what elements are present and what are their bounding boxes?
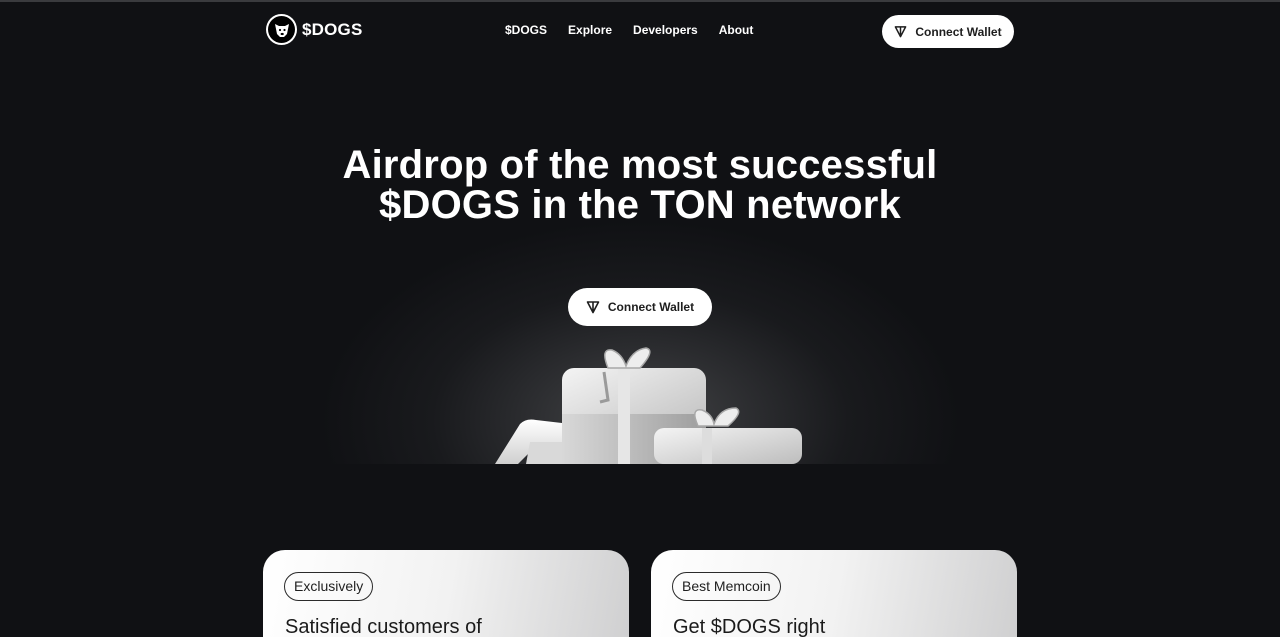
card-tag: Best Memcoin [672,572,781,601]
hero-title: Airdrop of the most successful $DOGS in … [342,143,938,227]
logo[interactable]: $DOGS [266,14,363,45]
feature-card-best-memcoin: Best Memcoin Get $DOGS right [651,550,1017,637]
main-nav: $DOGS Explore Developers About [505,23,753,37]
header-connect-wallet-button[interactable]: Connect Wallet [882,15,1014,48]
ton-logo-icon [895,26,907,38]
card-title: Get $DOGS right [673,616,826,637]
gift-boxes-illustration [495,347,802,464]
nav-item-developers[interactable]: Developers [633,23,698,37]
ton-logo-icon [586,301,600,314]
card-tag: Exclusively [284,572,374,601]
logo-text: $DOGS [302,19,363,39]
feature-card-exclusively: Exclusively Satisfied customers of [263,550,629,637]
card-title: Satisfied customers of [285,616,482,637]
header-connect-wallet-label: Connect Wallet [915,24,1002,39]
nav-item-dogs[interactable]: $DOGS [505,23,547,37]
hero-connect-wallet-label: Connect Wallet [607,300,695,314]
site-header: $DOGS $DOGS Explore Developers About Con… [264,14,1014,48]
nav-item-about[interactable]: About [719,23,754,37]
dog-head-icon [266,14,297,45]
nav-item-explore[interactable]: Explore [568,23,612,37]
hero-connect-wallet-button[interactable]: Connect Wallet [568,288,712,326]
